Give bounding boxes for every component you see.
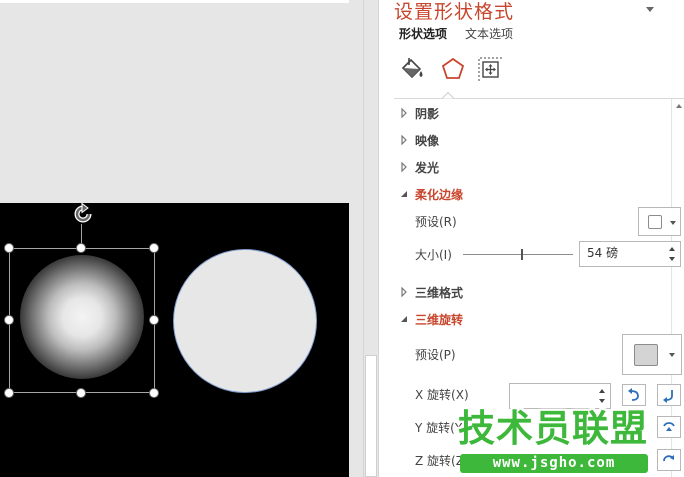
section-label: 三维旋转 (415, 313, 464, 327)
resize-handle-top-right[interactable] (149, 243, 159, 253)
resize-handle-right[interactable] (149, 315, 159, 325)
section-label: 阴影 (415, 107, 440, 121)
effects-pentagon-icon[interactable] (439, 55, 467, 83)
tab-text-options[interactable]: 文本选项 (465, 26, 513, 42)
resize-handle-top[interactable] (76, 243, 86, 253)
resize-handle-bottom[interactable] (76, 388, 86, 398)
section-label: 柔化边缘 (415, 188, 464, 202)
dropdown-arrow-icon (670, 221, 676, 225)
section-shadow[interactable]: 阴影 (379, 104, 669, 124)
format-shape-pane: 设置形状格式 形状选项 文本选项 阴影 映像 发光 柔化边缘 预设(R) 大小(… (378, 0, 684, 477)
canvas-scrollbar-thumb[interactable] (365, 355, 377, 477)
tab-shape-options[interactable]: 形状选项 (399, 26, 447, 42)
section-soft-edges[interactable]: 柔化边缘 (379, 185, 669, 205)
expand-arrow-icon (401, 108, 407, 118)
app-window: 设置形状格式 形状选项 文本选项 阴影 映像 发光 柔化边缘 预设(R) 大小(… (0, 0, 684, 477)
x-rotation-spinner[interactable] (509, 383, 611, 409)
x-rotation-label: X 旋转(X) (415, 388, 469, 402)
pane-divider (394, 98, 684, 99)
x-rotate-right-button[interactable] (657, 384, 681, 406)
x-rotate-left-button[interactable] (622, 384, 646, 406)
expand-arrow-icon (401, 162, 407, 172)
section-3d-rotation[interactable]: 三维旋转 (379, 310, 669, 330)
soft-edges-size-spinner[interactable]: 54 磅 (579, 241, 681, 267)
section-reflection[interactable]: 映像 (379, 131, 669, 151)
selected-tab-notch-icon (442, 91, 454, 99)
selection-box (9, 248, 155, 393)
resize-handle-top-left[interactable] (4, 243, 14, 253)
collapse-arrow-icon (401, 191, 407, 197)
soft-edges-size-slider-thumb[interactable] (521, 249, 523, 260)
spin-down-icon[interactable] (669, 257, 675, 261)
expand-arrow-icon (401, 287, 407, 297)
pane-options-icon[interactable] (643, 3, 657, 15)
expand-arrow-icon (401, 135, 407, 145)
watermark-url: www.jsgho.com (460, 454, 648, 473)
preset-swatch (648, 215, 662, 229)
collapse-arrow-icon (401, 316, 407, 322)
scroll-up-icon[interactable] (675, 103, 683, 109)
preset-swatch (634, 344, 658, 366)
resize-handle-left[interactable] (4, 315, 14, 325)
rotate-handle-icon[interactable] (71, 202, 95, 226)
soft-edges-size-label: 大小(I) (415, 248, 452, 262)
fill-line-icon[interactable] (398, 55, 426, 83)
spin-up-icon[interactable] (599, 389, 605, 393)
spinner-value: 54 磅 (587, 246, 619, 260)
previous-slide-edge (0, 0, 349, 3)
watermark-title: 技术员联盟 (458, 407, 648, 450)
rotation-preset-dropdown[interactable] (622, 334, 682, 375)
section-3d-format[interactable]: 三维格式 (379, 283, 669, 303)
soft-edges-preset-dropdown[interactable] (638, 207, 681, 236)
size-properties-icon[interactable] (476, 55, 504, 83)
section-label: 映像 (415, 134, 440, 148)
rotate-left-icon (628, 388, 639, 401)
circle-shape[interactable] (173, 249, 317, 393)
soft-edges-size-slider[interactable] (463, 254, 573, 255)
watermark-logo: 技术员联盟 www.jsgho.com (450, 407, 684, 477)
rotate-right-icon (663, 390, 673, 403)
section-glow[interactable]: 发光 (379, 158, 669, 178)
section-label: 三维格式 (415, 286, 464, 300)
pane-title: 设置形状格式 (394, 1, 515, 23)
dropdown-arrow-icon (669, 353, 675, 357)
spin-up-icon[interactable] (669, 247, 675, 251)
section-label: 发光 (415, 161, 440, 175)
rotation-preset-label: 预设(P) (415, 348, 456, 362)
soft-edges-preset-label: 预设(R) (415, 215, 457, 229)
resize-handle-bottom-left[interactable] (4, 388, 14, 398)
resize-handle-bottom-right[interactable] (149, 388, 159, 398)
spin-down-icon[interactable] (599, 399, 605, 403)
